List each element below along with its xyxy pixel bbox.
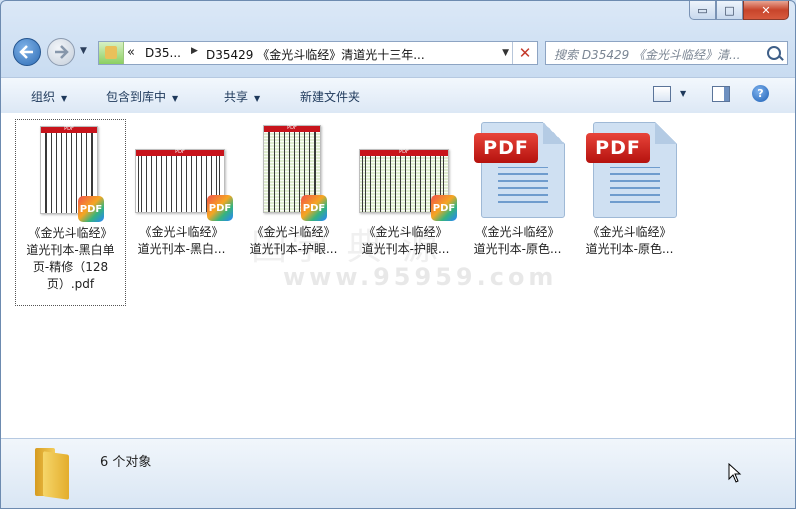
command-bar: 组织 ▼ 包含到库中 ▼ 共享 ▼ 新建文件夹 ▼ ? xyxy=(1,77,795,114)
include-in-library-label: 包含到库中 xyxy=(106,90,167,104)
file-thumbnail: PDF PDF xyxy=(239,119,350,221)
file-item-4[interactable]: PDF PDF 《金光斗临经》 道光刊本-护眼... xyxy=(351,119,462,306)
search-icon[interactable] xyxy=(767,46,781,60)
view-options-dropdown[interactable]: ▼ xyxy=(680,89,686,98)
chevron-down-icon: ▼ xyxy=(254,94,261,103)
address-bar[interactable]: « D35... ▶ D35429 《金光斗临经》清道光十三年... ▼ ✕ xyxy=(98,41,538,65)
organize-menu[interactable]: 组织 ▼ xyxy=(31,88,67,105)
breadcrumb-segment-parent[interactable]: D35... xyxy=(145,46,181,60)
file-thumbnail: PDF PDF xyxy=(127,119,238,221)
file-name-label: 《金光斗临经》 道光刊本-护眼... xyxy=(249,225,338,256)
file-list-view[interactable]: 国学 典 源 www.95959.com PDF PDF 《金光斗临经》 道光刊… xyxy=(1,113,795,438)
chevron-down-icon: ▼ xyxy=(61,94,68,103)
breadcrumb-segment-current[interactable]: D35429 《金光斗临经》清道光十三年... xyxy=(206,46,425,63)
file-thumbnail: PDF xyxy=(575,119,686,221)
recent-pages-dropdown[interactable]: ▼ xyxy=(80,46,87,56)
organize-label: 组织 xyxy=(31,90,56,104)
new-folder-button[interactable]: 新建文件夹 xyxy=(300,88,360,105)
search-input[interactable]: 搜索 D35429 《金光斗临经》清... xyxy=(554,46,741,63)
file-item-2[interactable]: PDF PDF 《金光斗临经》 道光刊本-黑白... xyxy=(127,119,238,306)
file-item-3[interactable]: PDF PDF 《金光斗临经》 道光刊本-护眼... xyxy=(239,119,350,306)
folder-icon xyxy=(31,448,77,500)
address-history-dropdown[interactable]: ▼ xyxy=(502,48,509,58)
file-thumbnail: PDF xyxy=(463,119,574,221)
caption-buttons: ▭ □ ✕ xyxy=(689,1,789,20)
file-item-6[interactable]: PDF 《金光斗临经》 道光刊本-原色... xyxy=(575,119,686,306)
pdf-document-icon: PDF xyxy=(474,122,565,218)
maximize-icon: □ xyxy=(724,3,735,17)
chevron-down-icon: ▼ xyxy=(172,94,179,103)
file-name-label: 《金光斗临经》 道光刊本-护眼... xyxy=(361,225,450,256)
back-arrow-icon xyxy=(19,45,33,59)
pdf-app-badge-icon: PDF xyxy=(78,196,104,222)
file-name-label: 《金光斗临经》 道光刊本-黑白单 页-精修（128 页）.pdf xyxy=(26,226,115,291)
preview-pane-icon[interactable] xyxy=(712,86,730,102)
details-pane: 6 个对象 xyxy=(1,438,795,508)
file-name-label: 《金光斗临经》 道光刊本-原色... xyxy=(585,225,674,256)
back-button[interactable] xyxy=(13,38,41,66)
search-box[interactable]: 搜索 D35429 《金光斗临经》清... xyxy=(545,41,788,65)
mouse-cursor-icon xyxy=(728,463,742,483)
file-thumbnail: PDF PDF xyxy=(351,119,462,221)
minimize-button[interactable]: ▭ xyxy=(689,1,716,20)
file-item-5[interactable]: PDF 《金光斗临经》 道光刊本-原色... xyxy=(463,119,574,306)
file-item-1[interactable]: PDF PDF 《金光斗临经》 道光刊本-黑白单 页-精修（128 页）.pdf xyxy=(15,119,126,306)
forward-arrow-icon xyxy=(55,45,69,59)
address-overflow-chevron[interactable]: « xyxy=(127,45,135,60)
pdf-app-badge-icon: PDF xyxy=(207,195,233,221)
pdf-document-icon: PDF xyxy=(586,122,677,218)
share-menu[interactable]: 共享 ▼ xyxy=(224,88,260,105)
close-icon: ✕ xyxy=(761,3,771,17)
folder-location-icon xyxy=(99,42,124,64)
include-in-library-menu[interactable]: 包含到库中 ▼ xyxy=(106,88,178,105)
explorer-window: ▭ □ ✕ ▼ « D35... ▶ D35429 《金光斗临经》清道光十三年.… xyxy=(0,0,796,509)
maximize-button[interactable]: □ xyxy=(716,1,743,20)
forward-button[interactable] xyxy=(47,38,75,66)
pdf-app-badge-icon: PDF xyxy=(431,195,457,221)
file-thumbnail: PDF PDF xyxy=(16,120,125,222)
minimize-icon: ▭ xyxy=(697,3,708,17)
file-name-label: 《金光斗临经》 道光刊本-原色... xyxy=(473,225,562,256)
breadcrumb-separator-icon[interactable]: ▶ xyxy=(191,46,198,56)
pdf-app-badge-icon: PDF xyxy=(301,195,327,221)
file-name-label: 《金光斗临经》 道光刊本-黑白... xyxy=(137,225,226,256)
close-button[interactable]: ✕ xyxy=(743,1,789,20)
change-view-icon[interactable] xyxy=(653,86,671,102)
address-clear-button[interactable]: ✕ xyxy=(512,42,537,64)
share-label: 共享 xyxy=(224,90,249,104)
help-icon[interactable]: ? xyxy=(752,85,769,102)
item-count-label: 6 个对象 xyxy=(100,455,152,470)
